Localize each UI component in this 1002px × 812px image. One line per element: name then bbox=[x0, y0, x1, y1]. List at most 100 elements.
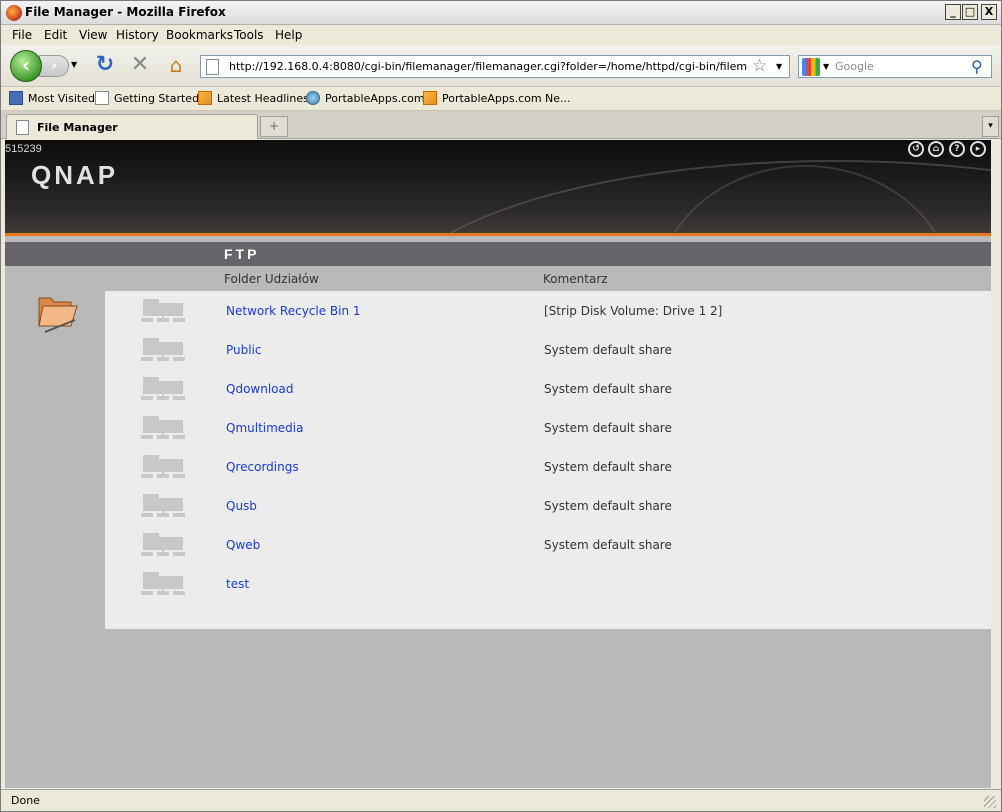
menu-bar: File Edit View History Bookmarks Tools H… bbox=[1, 25, 1001, 45]
bookmark-label: Latest Headlines bbox=[217, 92, 309, 105]
share-comment: System default share bbox=[544, 421, 672, 435]
home-button[interactable]: ⌂ bbox=[165, 54, 187, 76]
column-header-comment: Komentarz bbox=[543, 272, 608, 286]
resize-grip-icon[interactable] bbox=[984, 796, 996, 808]
share-link[interactable]: Qrecordings bbox=[226, 460, 299, 474]
page-icon bbox=[16, 120, 29, 135]
back-circle-icon[interactable]: ↺ bbox=[908, 141, 924, 157]
bookmark-label: Getting Started bbox=[114, 92, 200, 105]
menu-help[interactable]: Help bbox=[275, 28, 302, 42]
share-row: Qweb System default share bbox=[105, 525, 991, 564]
share-comment: System default share bbox=[544, 382, 672, 396]
network-folder-icon bbox=[141, 533, 185, 556]
rss-icon bbox=[423, 91, 437, 105]
reload-button[interactable]: ↻ bbox=[94, 54, 116, 76]
network-folder-icon bbox=[141, 572, 185, 595]
close-button[interactable]: X bbox=[981, 4, 997, 20]
menu-history[interactable]: History bbox=[116, 28, 159, 42]
share-comment: [Strip Disk Volume: Drive 1 2] bbox=[544, 304, 723, 318]
globe-icon bbox=[306, 91, 320, 105]
bookmark-label: Most Visited bbox=[28, 92, 95, 105]
bookmark-label: PortableApps.com Ne... bbox=[442, 92, 571, 105]
share-link[interactable]: Qmultimedia bbox=[226, 421, 304, 435]
home-circle-icon[interactable]: ⌂ bbox=[928, 141, 944, 157]
network-folder-icon bbox=[141, 416, 185, 439]
menu-edit[interactable]: Edit bbox=[44, 28, 67, 42]
bookmark-getting-started[interactable]: Getting Started bbox=[95, 91, 199, 105]
network-folder-icon bbox=[141, 377, 185, 400]
banner-id: 515239 bbox=[5, 143, 42, 155]
search-input[interactable]: Google bbox=[835, 60, 874, 73]
tab-file-manager[interactable]: File Manager bbox=[6, 114, 258, 139]
menu-bookmarks[interactable]: Bookmarks bbox=[166, 28, 233, 42]
share-row: Qusb System default share bbox=[105, 486, 991, 525]
menu-tools[interactable]: Tools bbox=[234, 28, 264, 42]
network-folder-icon bbox=[141, 338, 185, 361]
search-bar[interactable]: ▼ Google ⚲ bbox=[798, 55, 992, 78]
network-folder-icon bbox=[141, 299, 185, 322]
share-comment: System default share bbox=[544, 499, 672, 513]
network-folder-icon bbox=[141, 494, 185, 517]
status-text: Done bbox=[11, 794, 40, 807]
share-link[interactable]: test bbox=[226, 577, 249, 591]
section-title: FTP bbox=[224, 246, 260, 262]
title-bar: File Manager - Mozilla Firefox _ □ X bbox=[1, 1, 1001, 25]
share-row: test bbox=[105, 564, 991, 603]
rss-icon bbox=[198, 91, 212, 105]
menu-view[interactable]: View bbox=[79, 28, 107, 42]
firefox-icon bbox=[6, 5, 22, 21]
minimize-button[interactable]: _ bbox=[945, 4, 961, 20]
google-icon[interactable] bbox=[802, 58, 820, 76]
menu-file[interactable]: File bbox=[12, 28, 32, 42]
qnap-logo: QNAP bbox=[31, 160, 119, 190]
bookmark-portableapps[interactable]: PortableApps.com bbox=[306, 91, 425, 105]
status-bar: Done bbox=[1, 789, 1001, 811]
tab-strip: File Manager + ▾ bbox=[1, 111, 1001, 139]
tab-label: File Manager bbox=[37, 121, 118, 134]
bookmark-portableapps-news[interactable]: PortableApps.com Ne... bbox=[423, 91, 571, 105]
share-comment: System default share bbox=[544, 343, 672, 357]
share-row: Qdownload System default share bbox=[105, 369, 991, 408]
section-header: FTP bbox=[5, 242, 991, 266]
share-comment: System default share bbox=[544, 538, 672, 552]
share-list: Network Recycle Bin 1 [Strip Disk Volume… bbox=[105, 291, 991, 629]
open-folder-icon bbox=[38, 297, 78, 333]
url-dropdown-icon[interactable]: ▼ bbox=[776, 62, 782, 71]
history-dropdown-icon[interactable]: ▼ bbox=[71, 60, 77, 69]
share-row: Qrecordings System default share bbox=[105, 447, 991, 486]
network-folder-icon bbox=[141, 455, 185, 478]
browser-window: File Manager - Mozilla Firefox _ □ X Fil… bbox=[0, 0, 1002, 812]
tab-list-button[interactable]: ▾ bbox=[982, 116, 999, 137]
share-comment: System default share bbox=[544, 460, 672, 474]
url-text[interactable]: http://192.168.0.4:8080/cgi-bin/filemana… bbox=[229, 60, 747, 73]
help-circle-icon[interactable]: ? bbox=[949, 141, 965, 157]
bookmark-most-visited[interactable]: Most Visited bbox=[9, 91, 95, 105]
stop-button[interactable]: ✕ bbox=[129, 54, 151, 76]
share-row: Network Recycle Bin 1 [Strip Disk Volume… bbox=[105, 291, 991, 330]
bookmark-latest-headlines[interactable]: Latest Headlines bbox=[198, 91, 309, 105]
share-row: Public System default share bbox=[105, 330, 991, 369]
share-link[interactable]: Network Recycle Bin 1 bbox=[226, 304, 361, 318]
forward-button[interactable]: › bbox=[39, 55, 69, 77]
new-tab-button[interactable]: + bbox=[260, 116, 288, 137]
page-icon bbox=[206, 59, 219, 75]
banner-stripe bbox=[5, 233, 991, 236]
share-link[interactable]: Public bbox=[226, 343, 262, 357]
most-visited-icon bbox=[9, 91, 23, 105]
share-link[interactable]: Qusb bbox=[226, 499, 257, 513]
bookmark-label: PortableApps.com bbox=[325, 92, 425, 105]
next-circle-icon[interactable]: ▸ bbox=[970, 141, 986, 157]
search-engine-dropdown-icon[interactable]: ▼ bbox=[823, 62, 829, 71]
page-icon bbox=[95, 91, 109, 105]
maximize-button[interactable]: □ bbox=[962, 4, 978, 20]
share-link[interactable]: Qdownload bbox=[226, 382, 293, 396]
bookmarks-toolbar: Most Visited Getting Started Latest Head… bbox=[1, 87, 1001, 111]
window-title: File Manager - Mozilla Firefox bbox=[25, 5, 226, 19]
qnap-banner: 515239 QNAP ↺ ⌂ ? ▸ bbox=[5, 140, 991, 236]
bookmark-star-icon[interactable]: ☆ bbox=[752, 56, 767, 76]
share-link[interactable]: Qweb bbox=[226, 538, 260, 552]
search-icon[interactable]: ⚲ bbox=[971, 57, 983, 76]
url-bar[interactable]: http://192.168.0.4:8080/cgi-bin/filemana… bbox=[200, 55, 790, 78]
back-button[interactable]: ‹ bbox=[10, 50, 42, 82]
navigation-toolbar: › ‹ ▼ ↻ ✕ ⌂ http://192.168.0.4:8080/cgi-… bbox=[1, 45, 1001, 87]
